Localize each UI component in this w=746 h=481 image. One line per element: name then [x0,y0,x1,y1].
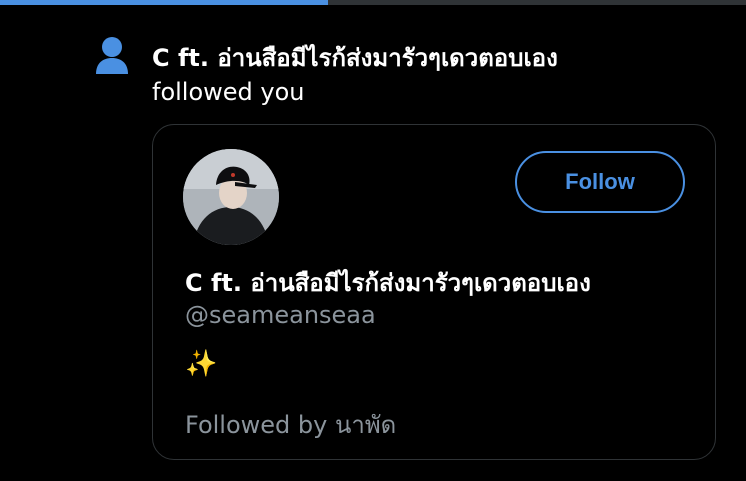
person-icon [96,37,128,74]
profile-handle: @seameanseaa [185,301,376,329]
profile-bio: ✨ [185,349,218,379]
follow-button[interactable]: Follow [515,151,685,213]
notification-user-name[interactable]: C ft. อ่านสือมีไรก้ส่งมารัวๆเดวตอบเอง [152,38,558,77]
profile-display-name[interactable]: C ft. อ่านสือมีไรก้ส่งมารัวๆเดวตอบเอง [185,263,591,302]
profile-card[interactable]: Follow C ft. อ่านสือมีไรก้ส่งมารัวๆเดวตอ… [152,124,716,460]
notification-action-text: followed you [152,78,305,106]
story-progress-fill [0,0,329,5]
avatar[interactable] [183,149,279,245]
avatar-photo [183,149,279,245]
followed-by-text: Followed by นาพัด [185,411,397,439]
story-progress-track [0,0,746,5]
